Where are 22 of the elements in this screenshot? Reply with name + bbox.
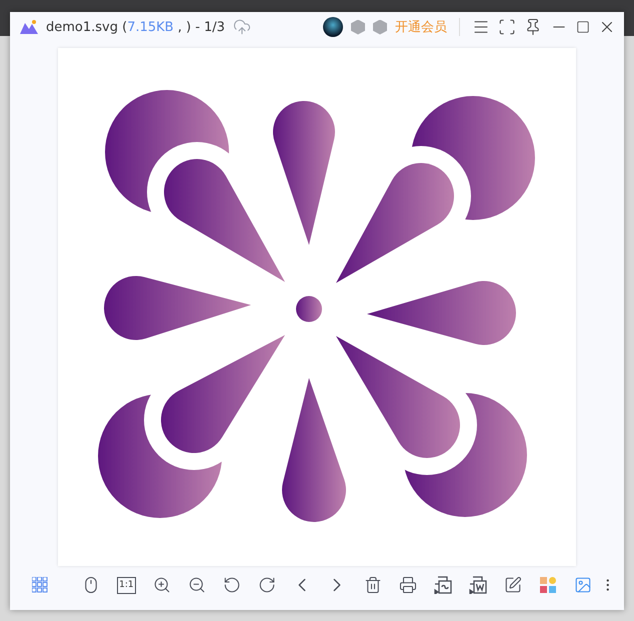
grid-icon[interactable] xyxy=(32,577,48,593)
rotate-left-icon[interactable] xyxy=(223,576,242,594)
image-icon[interactable] xyxy=(574,576,592,594)
zoom-in-icon[interactable] xyxy=(153,576,172,594)
color-squares-icon[interactable] xyxy=(540,577,556,593)
window-title: demo1.svg (7.15KB , ) - 1/3 xyxy=(46,20,225,34)
s-badge-icon xyxy=(351,20,365,34)
edit-icon[interactable] xyxy=(504,576,522,594)
rotate-right-icon[interactable] xyxy=(258,576,276,594)
word-convert-icon[interactable] xyxy=(468,576,487,594)
zoom-out-icon[interactable] xyxy=(188,576,206,594)
crown-badge-icon xyxy=(373,20,387,34)
maximize-icon[interactable] xyxy=(576,20,590,34)
menu-icon[interactable] xyxy=(472,18,490,36)
logo-icon xyxy=(20,20,38,34)
actual-size-button[interactable]: 1:1 xyxy=(117,576,136,594)
print-icon[interactable] xyxy=(398,576,417,594)
pin-icon[interactable] xyxy=(524,18,542,36)
fullscreen-icon[interactable] xyxy=(498,18,516,36)
delete-icon[interactable] xyxy=(364,576,382,594)
avatar[interactable] xyxy=(323,17,343,37)
convert-icon[interactable] xyxy=(434,576,452,594)
